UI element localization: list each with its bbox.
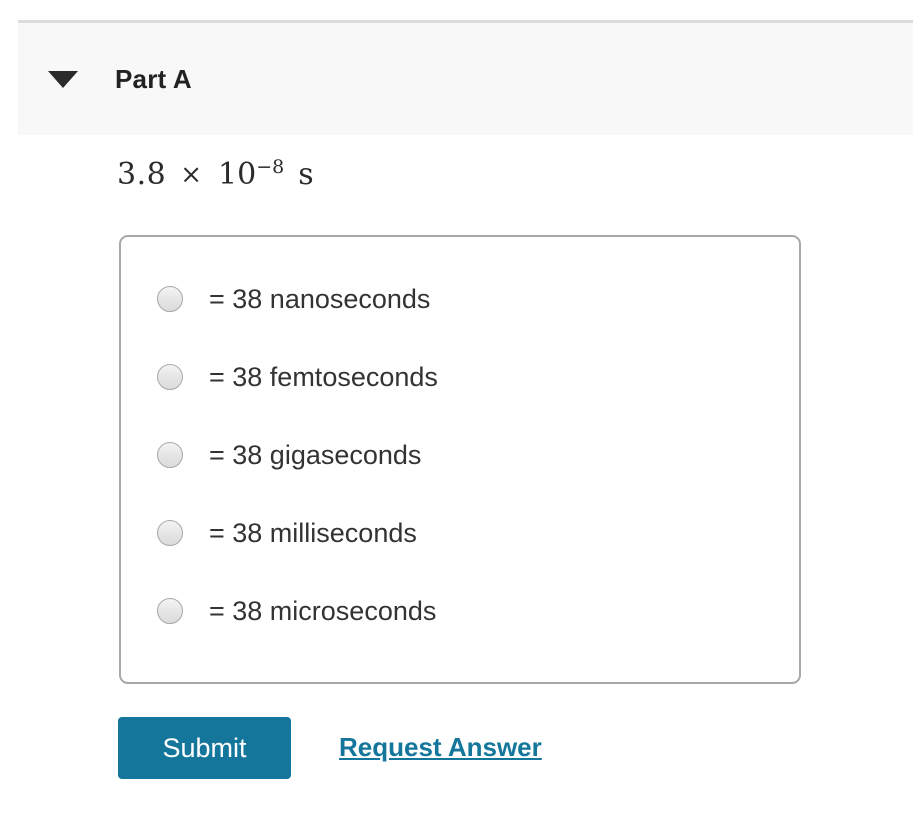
- answer-option-label: = 38 nanoseconds: [209, 283, 431, 314]
- answer-option-nanoseconds[interactable]: = 38 nanoseconds: [157, 279, 430, 319]
- answer-option-femtoseconds[interactable]: = 38 femtoseconds: [157, 357, 438, 397]
- expression-coefficient: 3.8: [117, 157, 167, 192]
- radio-button-icon[interactable]: [157, 364, 183, 390]
- answer-option-label: = 38 femtoseconds: [209, 361, 438, 392]
- answer-options-box: = 38 nanoseconds = 38 femtoseconds = 38 …: [119, 235, 801, 684]
- submit-button[interactable]: Submit: [118, 717, 291, 779]
- question-expression: 3.8 × 10−8 s: [117, 157, 314, 192]
- radio-button-icon[interactable]: [157, 442, 183, 468]
- radio-button-icon[interactable]: [157, 286, 183, 312]
- answer-option-label: = 38 gigaseconds: [209, 439, 422, 470]
- expression-operator: ×: [180, 160, 203, 190]
- page-title: Part A: [115, 63, 192, 94]
- expression-base: 10: [218, 157, 257, 192]
- radio-button-icon[interactable]: [157, 598, 183, 624]
- part-header[interactable]: Part A: [18, 23, 913, 135]
- answer-option-gigaseconds[interactable]: = 38 gigaseconds: [157, 435, 421, 475]
- radio-button-icon[interactable]: [157, 520, 183, 546]
- caret-down-icon[interactable]: [48, 70, 78, 88]
- answer-option-microseconds[interactable]: = 38 microseconds: [157, 591, 436, 631]
- expression-exponent: −8: [256, 156, 285, 178]
- answer-option-label: = 38 milliseconds: [209, 517, 417, 548]
- expression-unit: s: [298, 157, 314, 192]
- answer-option-milliseconds[interactable]: = 38 milliseconds: [157, 513, 417, 553]
- answer-option-label: = 38 microseconds: [209, 595, 437, 626]
- request-answer-link[interactable]: Request Answer: [339, 732, 542, 763]
